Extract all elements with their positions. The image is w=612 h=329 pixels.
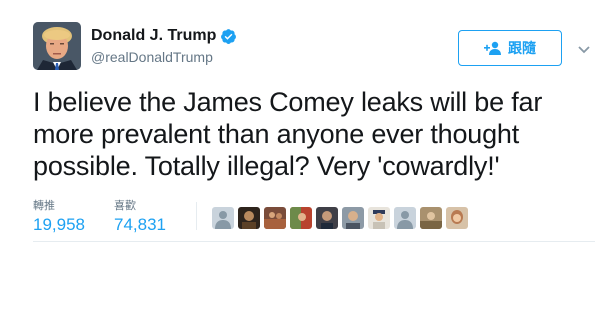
author-name-row[interactable]: Donald J. Trump: [91, 26, 237, 46]
tweet-text: I believe the James Comey leaks will be …: [33, 86, 593, 182]
liker-avatar[interactable]: [420, 207, 442, 229]
follow-button[interactable]: 跟隨: [458, 30, 562, 66]
tweet-text-line: I believe the James Comey leaks will be …: [33, 87, 543, 117]
likes-label: 喜歡: [114, 200, 136, 212]
retweets-label: 轉推: [33, 200, 55, 212]
likes-stat[interactable]: 喜歡 74,831: [114, 200, 166, 236]
liker-avatar[interactable]: [212, 207, 234, 229]
liker-avatar[interactable]: [446, 207, 468, 229]
liker-avatars: [212, 207, 472, 229]
more-options-chevron-down-icon[interactable]: [578, 42, 590, 54]
author-avatar[interactable]: [33, 22, 81, 70]
liker-avatar[interactable]: [290, 207, 312, 229]
liker-avatar[interactable]: [342, 207, 364, 229]
liker-avatar[interactable]: [394, 207, 416, 229]
verified-badge-icon: [220, 28, 237, 45]
add-user-icon: [484, 41, 502, 55]
liker-avatar[interactable]: [368, 207, 390, 229]
retweets-stat[interactable]: 轉推 19,958: [33, 200, 85, 236]
follow-button-label: 跟隨: [508, 40, 536, 56]
author-handle[interactable]: @realDonaldTrump: [91, 49, 213, 65]
profile-photo: [33, 22, 81, 70]
retweets-count[interactable]: 19,958: [33, 214, 85, 236]
liker-avatar[interactable]: [238, 207, 260, 229]
author-display-name[interactable]: Donald J. Trump: [91, 27, 216, 45]
stats-divider: [196, 202, 197, 230]
liker-avatar[interactable]: [316, 207, 338, 229]
tweet-bottom-divider: [33, 241, 595, 242]
liker-avatar[interactable]: [264, 207, 286, 229]
tweet-text-line: more prevalent than anyone ever thought: [33, 119, 520, 149]
tweet-text-line: possible. Totally illegal? Very 'cowardl…: [33, 151, 500, 181]
likes-count[interactable]: 74,831: [114, 214, 166, 236]
